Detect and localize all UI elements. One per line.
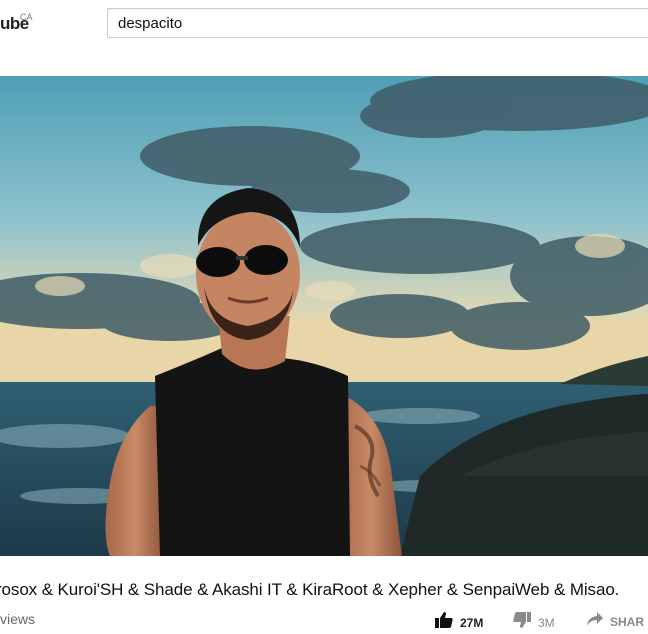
thumbs-down-icon bbox=[512, 611, 532, 634]
thumbs-up-icon bbox=[434, 611, 454, 634]
video-title: rosox & Kuroi'SH & Shade & Akashi IT & K… bbox=[0, 580, 620, 599]
like-count: 27M bbox=[460, 615, 484, 630]
share-label: SHAR bbox=[610, 614, 645, 629]
logo-region-label: CA bbox=[20, 12, 33, 22]
like-button[interactable]: 27M bbox=[434, 611, 483, 634]
search-box[interactable] bbox=[107, 8, 648, 38]
share-button[interactable]: SHAR bbox=[586, 611, 644, 632]
dislike-count: 3M bbox=[538, 615, 555, 630]
dislike-button[interactable]: 3M bbox=[512, 611, 555, 634]
view-count: views bbox=[0, 611, 36, 627]
share-arrow-icon bbox=[586, 611, 604, 632]
header-bar: ube CA bbox=[0, 0, 648, 56]
video-player[interactable] bbox=[0, 76, 648, 556]
video-frame-image bbox=[0, 76, 648, 556]
search-input[interactable] bbox=[118, 15, 618, 32]
